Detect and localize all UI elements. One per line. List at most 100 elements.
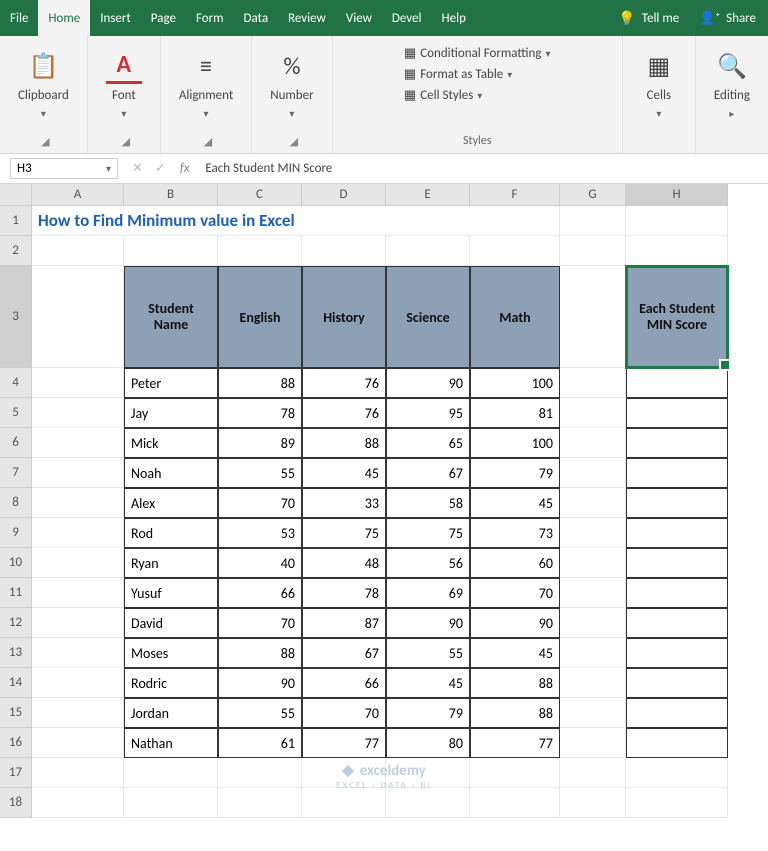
cell-english[interactable]: 88	[218, 638, 302, 668]
cancel-icon[interactable]: ✕	[132, 161, 143, 176]
cell-min[interactable]	[626, 458, 728, 488]
cell-english[interactable]: 53	[218, 518, 302, 548]
paste-button[interactable]: 📋 Clipboard ▾	[14, 44, 73, 124]
row-header[interactable]: 5	[0, 398, 32, 428]
name-box[interactable]: H3 ▾	[10, 158, 118, 179]
cell-english[interactable]: 40	[218, 548, 302, 578]
cell-name[interactable]: Noah	[124, 458, 218, 488]
table-header-name[interactable]: Student Name	[124, 266, 218, 368]
share-button[interactable]: 👤⁺ Share	[687, 0, 768, 36]
cell[interactable]	[302, 788, 386, 818]
cell[interactable]	[560, 638, 626, 668]
cell-math[interactable]: 81	[470, 398, 560, 428]
row-header[interactable]: 13	[0, 638, 32, 668]
conditional-formatting-button[interactable]: ▦Conditional Formatting▾	[404, 44, 551, 63]
cell[interactable]	[560, 668, 626, 698]
tell-me[interactable]: 💡 Tell me	[610, 0, 687, 36]
cell-science[interactable]: 90	[386, 368, 470, 398]
cell-math[interactable]: 45	[470, 488, 560, 518]
number-button[interactable]: % Number ▾	[266, 44, 317, 124]
col-header-e[interactable]: E	[386, 184, 470, 206]
tab-insert[interactable]: Insert	[90, 0, 141, 36]
cell-math[interactable]: 100	[470, 428, 560, 458]
enter-icon[interactable]: ✓	[155, 161, 166, 176]
tab-view[interactable]: View	[336, 0, 382, 36]
cell[interactable]	[302, 758, 386, 788]
cell[interactable]	[560, 488, 626, 518]
col-header-g[interactable]: G	[560, 184, 626, 206]
cell[interactable]	[32, 398, 124, 428]
cell[interactable]	[560, 578, 626, 608]
cell-math[interactable]: 77	[470, 728, 560, 758]
row-header[interactable]: 16	[0, 728, 32, 758]
row-header[interactable]: 6	[0, 428, 32, 458]
cell[interactable]	[560, 428, 626, 458]
cell[interactable]	[32, 458, 124, 488]
tab-home[interactable]: Home	[38, 0, 90, 36]
row-header[interactable]: 15	[0, 698, 32, 728]
cell[interactable]	[560, 236, 626, 266]
cell[interactable]	[626, 206, 728, 236]
cell-history[interactable]: 48	[302, 548, 386, 578]
cell-math[interactable]: 88	[470, 668, 560, 698]
cell-min[interactable]	[626, 638, 728, 668]
cell-min[interactable]	[626, 518, 728, 548]
cell-min[interactable]	[626, 728, 728, 758]
row-header[interactable]: 11	[0, 578, 32, 608]
cell-name[interactable]: Ryan	[124, 548, 218, 578]
cell[interactable]	[560, 368, 626, 398]
cell-history[interactable]: 33	[302, 488, 386, 518]
dialog-launcher-icon[interactable]: ◢	[122, 135, 130, 148]
row-header[interactable]: 18	[0, 788, 32, 818]
cell-english[interactable]: 55	[218, 698, 302, 728]
cell-math[interactable]: 100	[470, 368, 560, 398]
cell[interactable]	[32, 518, 124, 548]
cell-history[interactable]: 87	[302, 608, 386, 638]
cell-science[interactable]: 79	[386, 698, 470, 728]
cell-english[interactable]: 90	[218, 668, 302, 698]
row-header[interactable]: 7	[0, 458, 32, 488]
cell-min[interactable]	[626, 608, 728, 638]
dialog-launcher-icon[interactable]: ◢	[204, 135, 212, 148]
cell[interactable]	[626, 758, 728, 788]
title-cell[interactable]: How to Find Minimum value in Excel	[32, 206, 560, 236]
formula-input[interactable]: Each Student MIN Score	[195, 161, 768, 176]
row-header[interactable]: 3	[0, 266, 32, 368]
cell-min[interactable]	[626, 398, 728, 428]
cell-history[interactable]: 67	[302, 638, 386, 668]
row-header[interactable]: 17	[0, 758, 32, 788]
cell-math[interactable]: 79	[470, 458, 560, 488]
cell-math[interactable]: 88	[470, 698, 560, 728]
tab-review[interactable]: Review	[278, 0, 336, 36]
cell-science[interactable]: 95	[386, 398, 470, 428]
font-button[interactable]: A Font ▾	[102, 44, 146, 124]
table-header-history[interactable]: History	[302, 266, 386, 368]
col-header-a[interactable]: A	[32, 184, 124, 206]
fx-icon[interactable]: fx	[174, 161, 196, 176]
table-header-math[interactable]: Math	[470, 266, 560, 368]
cell-history[interactable]: 45	[302, 458, 386, 488]
cell-science[interactable]: 67	[386, 458, 470, 488]
cell-math[interactable]: 60	[470, 548, 560, 578]
cell-math[interactable]: 90	[470, 608, 560, 638]
cell-name[interactable]: Jay	[124, 398, 218, 428]
cell-min[interactable]	[626, 578, 728, 608]
cell[interactable]	[32, 428, 124, 458]
cell[interactable]	[386, 788, 470, 818]
cell-science[interactable]: 65	[386, 428, 470, 458]
row-header[interactable]: 12	[0, 608, 32, 638]
cell[interactable]	[218, 758, 302, 788]
cell[interactable]	[32, 608, 124, 638]
cell-min[interactable]	[626, 668, 728, 698]
cell-math[interactable]: 73	[470, 518, 560, 548]
cell-history[interactable]: 76	[302, 368, 386, 398]
cell-styles-button[interactable]: ▦Cell Styles▾	[404, 86, 482, 105]
cell[interactable]	[32, 488, 124, 518]
row-header[interactable]: 2	[0, 236, 32, 266]
cell-english[interactable]: 70	[218, 488, 302, 518]
cell[interactable]	[560, 458, 626, 488]
cell[interactable]	[386, 758, 470, 788]
row-header[interactable]: 14	[0, 668, 32, 698]
table-header-english[interactable]: English	[218, 266, 302, 368]
dialog-launcher-icon[interactable]: ◢	[41, 135, 49, 148]
